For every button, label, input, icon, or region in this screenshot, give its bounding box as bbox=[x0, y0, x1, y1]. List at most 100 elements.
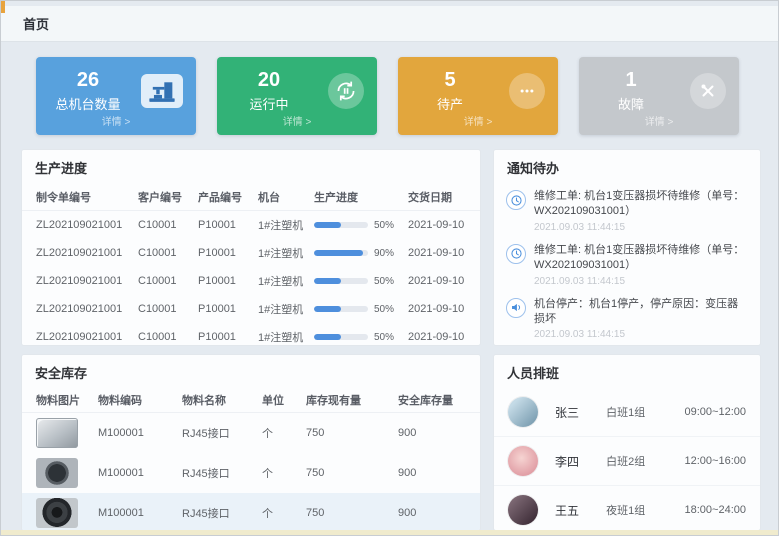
notification-body: 维修工单: 机台1变压器损坏待维修（单号：WX202109031001） 202… bbox=[534, 189, 748, 234]
dashboard-screen: 首页 26 总机台数量 详情 > bbox=[0, 0, 779, 536]
notification-item[interactable]: 维修工单: 机台1变压器损坏待维修（单号：WX202109031001） 202… bbox=[506, 239, 748, 293]
stat-text: 5 待产 bbox=[411, 69, 489, 113]
column-header: 客户编号 bbox=[138, 189, 198, 205]
list-item[interactable]: 张三 白班1组 09:00~12:00 bbox=[494, 388, 760, 437]
stat-card-standby[interactable]: 5 待产 详情 > bbox=[398, 57, 558, 135]
stock-on-hand: 750 bbox=[306, 507, 398, 519]
detail-link[interactable]: 详情 > bbox=[49, 116, 183, 130]
standby-icon bbox=[509, 73, 545, 109]
fault-icon bbox=[690, 73, 726, 109]
column-header: 安全库存量 bbox=[398, 392, 466, 408]
table-row: ZL202109021001 C10001 P10001 1#注塑机 90% 2… bbox=[22, 239, 480, 267]
list-item[interactable]: 王五 夜班1组 18:00~24:00 bbox=[494, 486, 760, 531]
staff-list: 张三 白班1组 09:00~12:00 李四 白班2组 12:00~16:00 … bbox=[494, 388, 760, 531]
column-header: 生产进度 bbox=[314, 189, 408, 205]
staff-schedule-panel: 人员排班 张三 白班1组 09:00~12:00 李四 白班2组 12:00~1… bbox=[493, 354, 761, 531]
column-header: 交货日期 bbox=[408, 189, 466, 205]
topbar: 首页 bbox=[1, 6, 778, 42]
staff-shift: 夜班1组 bbox=[606, 502, 684, 518]
table-row: ZL202109021001 C10001 P10001 1#注塑机 50% 2… bbox=[22, 211, 480, 239]
staff-shift: 白班1组 bbox=[606, 404, 684, 420]
progress-label: 50% bbox=[374, 220, 394, 231]
table-row: ZL202109021001 C10001 P10001 1#注塑机 50% 2… bbox=[22, 267, 480, 295]
stat-card-running[interactable]: 20 运行中 详情 > bbox=[217, 57, 377, 135]
order-no: ZL202109021001 bbox=[36, 275, 138, 287]
notification-text: 维修工单: 机台1变压器损坏待维修（单号：WX202109031001） bbox=[534, 243, 748, 274]
staff-time: 18:00~24:00 bbox=[685, 504, 746, 516]
machine-name: 1#注塑机 bbox=[258, 329, 314, 345]
safety-stock-panel: 安全库存 物料图片 物料编码 物料名称 单位 库存现有量 安全库存量 M1000… bbox=[21, 354, 481, 531]
list-item[interactable]: 李四 白班2组 12:00~16:00 bbox=[494, 437, 760, 486]
progress-bar bbox=[314, 306, 368, 312]
progress-label: 50% bbox=[374, 276, 394, 287]
progress-cell: 50% bbox=[314, 304, 408, 315]
machine-name: 1#注塑机 bbox=[258, 217, 314, 233]
table-row: M100001 RJ45接口 个 750 900 bbox=[22, 493, 480, 531]
notification-time: 2021.09.03 11:44:15 bbox=[534, 328, 748, 341]
column-header: 物料编码 bbox=[98, 392, 182, 408]
round-connector-photo bbox=[36, 458, 78, 488]
detail-link[interactable]: 详情 > bbox=[592, 116, 726, 130]
table-header: 制令单编号 客户编号 产品编号 机台 生产进度 交货日期 bbox=[22, 183, 480, 211]
stat-text: 20 运行中 bbox=[230, 69, 308, 113]
panel-title: 通知待办 bbox=[494, 150, 760, 183]
machine-name: 1#注塑机 bbox=[258, 301, 314, 317]
table-row: ZL202109021001 C10001 P10001 1#注塑机 50% 2… bbox=[22, 295, 480, 323]
rj45-connector-photo bbox=[36, 418, 78, 448]
delivery-date: 2021-09-10 bbox=[408, 247, 466, 259]
material-unit: 个 bbox=[262, 465, 306, 481]
work-order-clock-icon bbox=[506, 190, 526, 210]
progress-bar bbox=[314, 250, 368, 256]
progress-cell: 50% bbox=[314, 276, 408, 287]
column-header: 产品编号 bbox=[198, 189, 258, 205]
production-progress-panel: 生产进度 制令单编号 客户编号 产品编号 机台 生产进度 交货日期 ZL2021… bbox=[21, 149, 481, 346]
progress-cell: 50% bbox=[314, 220, 408, 231]
panel-title: 人员排班 bbox=[494, 355, 760, 388]
order-no: ZL202109021001 bbox=[36, 247, 138, 259]
product-no: P10001 bbox=[198, 247, 258, 259]
stat-card-body: 5 待产 bbox=[411, 66, 545, 116]
avatar bbox=[508, 495, 538, 525]
stat-label: 运行中 bbox=[230, 94, 308, 113]
detail-link[interactable]: 详情 > bbox=[411, 116, 545, 130]
stock-on-hand: 750 bbox=[306, 427, 398, 439]
table-row: M100001 RJ45接口 个 750 900 bbox=[22, 453, 480, 493]
notification-item[interactable]: 维修工单: 机台1变压器损坏待维修（单号：WX202109031001） 202… bbox=[506, 185, 748, 239]
delivery-date: 2021-09-10 bbox=[408, 275, 466, 287]
notifications-panel: 通知待办 维修工单: 机台1变压器损坏待维修（单号：WX202109031001… bbox=[493, 149, 761, 346]
table-row: M100001 RJ45接口 个 750 900 bbox=[22, 413, 480, 453]
stat-card-total-machines[interactable]: 26 总机台数量 详情 > bbox=[36, 57, 196, 135]
stat-card-fault[interactable]: 1 故障 详情 > bbox=[579, 57, 739, 135]
safety-stock: 900 bbox=[398, 507, 466, 519]
table-row: ZL202109021001 C10001 P10001 1#注塑机 50% 2… bbox=[22, 323, 480, 346]
window-accent-mark bbox=[1, 1, 5, 13]
machine-icon bbox=[141, 74, 183, 108]
stat-value: 5 bbox=[411, 69, 489, 92]
product-no: P10001 bbox=[198, 219, 258, 231]
avatar bbox=[508, 397, 538, 427]
notification-item[interactable]: 机台停产：机台1停产，停产原因：变压器损坏 2021.09.03 11:44:1… bbox=[506, 293, 748, 346]
progress-label: 90% bbox=[374, 248, 394, 259]
column-header: 库存现有量 bbox=[306, 392, 398, 408]
column-header: 物料名称 bbox=[182, 392, 262, 408]
material-unit: 个 bbox=[262, 425, 306, 441]
notification-list: 维修工单: 机台1变压器损坏待维修（单号：WX202109031001） 202… bbox=[494, 183, 760, 346]
machine-name: 1#注塑机 bbox=[258, 273, 314, 289]
progress-bar bbox=[314, 334, 368, 340]
notification-text: 维修工单: 机台1变压器损坏待维修（单号：WX202109031001） bbox=[534, 189, 748, 220]
stock-on-hand: 750 bbox=[306, 467, 398, 479]
notification-time: 2021.09.03 11:44:15 bbox=[534, 275, 748, 288]
detail-link[interactable]: 详情 > bbox=[230, 116, 364, 130]
table-body: M100001 RJ45接口 个 750 900 M100001 RJ45接口 … bbox=[22, 413, 480, 531]
material-unit: 个 bbox=[262, 505, 306, 521]
material-name: RJ45接口 bbox=[182, 505, 262, 521]
material-code: M100001 bbox=[98, 427, 182, 439]
stat-text: 1 故障 bbox=[592, 69, 670, 113]
customer-no: C10001 bbox=[138, 303, 198, 315]
column-header: 制令单编号 bbox=[36, 189, 138, 205]
safety-stock: 900 bbox=[398, 427, 466, 439]
notification-body: 机台停产：机台1停产，停产原因：变压器损坏 2021.09.03 11:44:1… bbox=[534, 297, 748, 342]
avatar bbox=[508, 446, 538, 476]
order-no: ZL202109021001 bbox=[36, 303, 138, 315]
progress-bar bbox=[314, 278, 368, 284]
